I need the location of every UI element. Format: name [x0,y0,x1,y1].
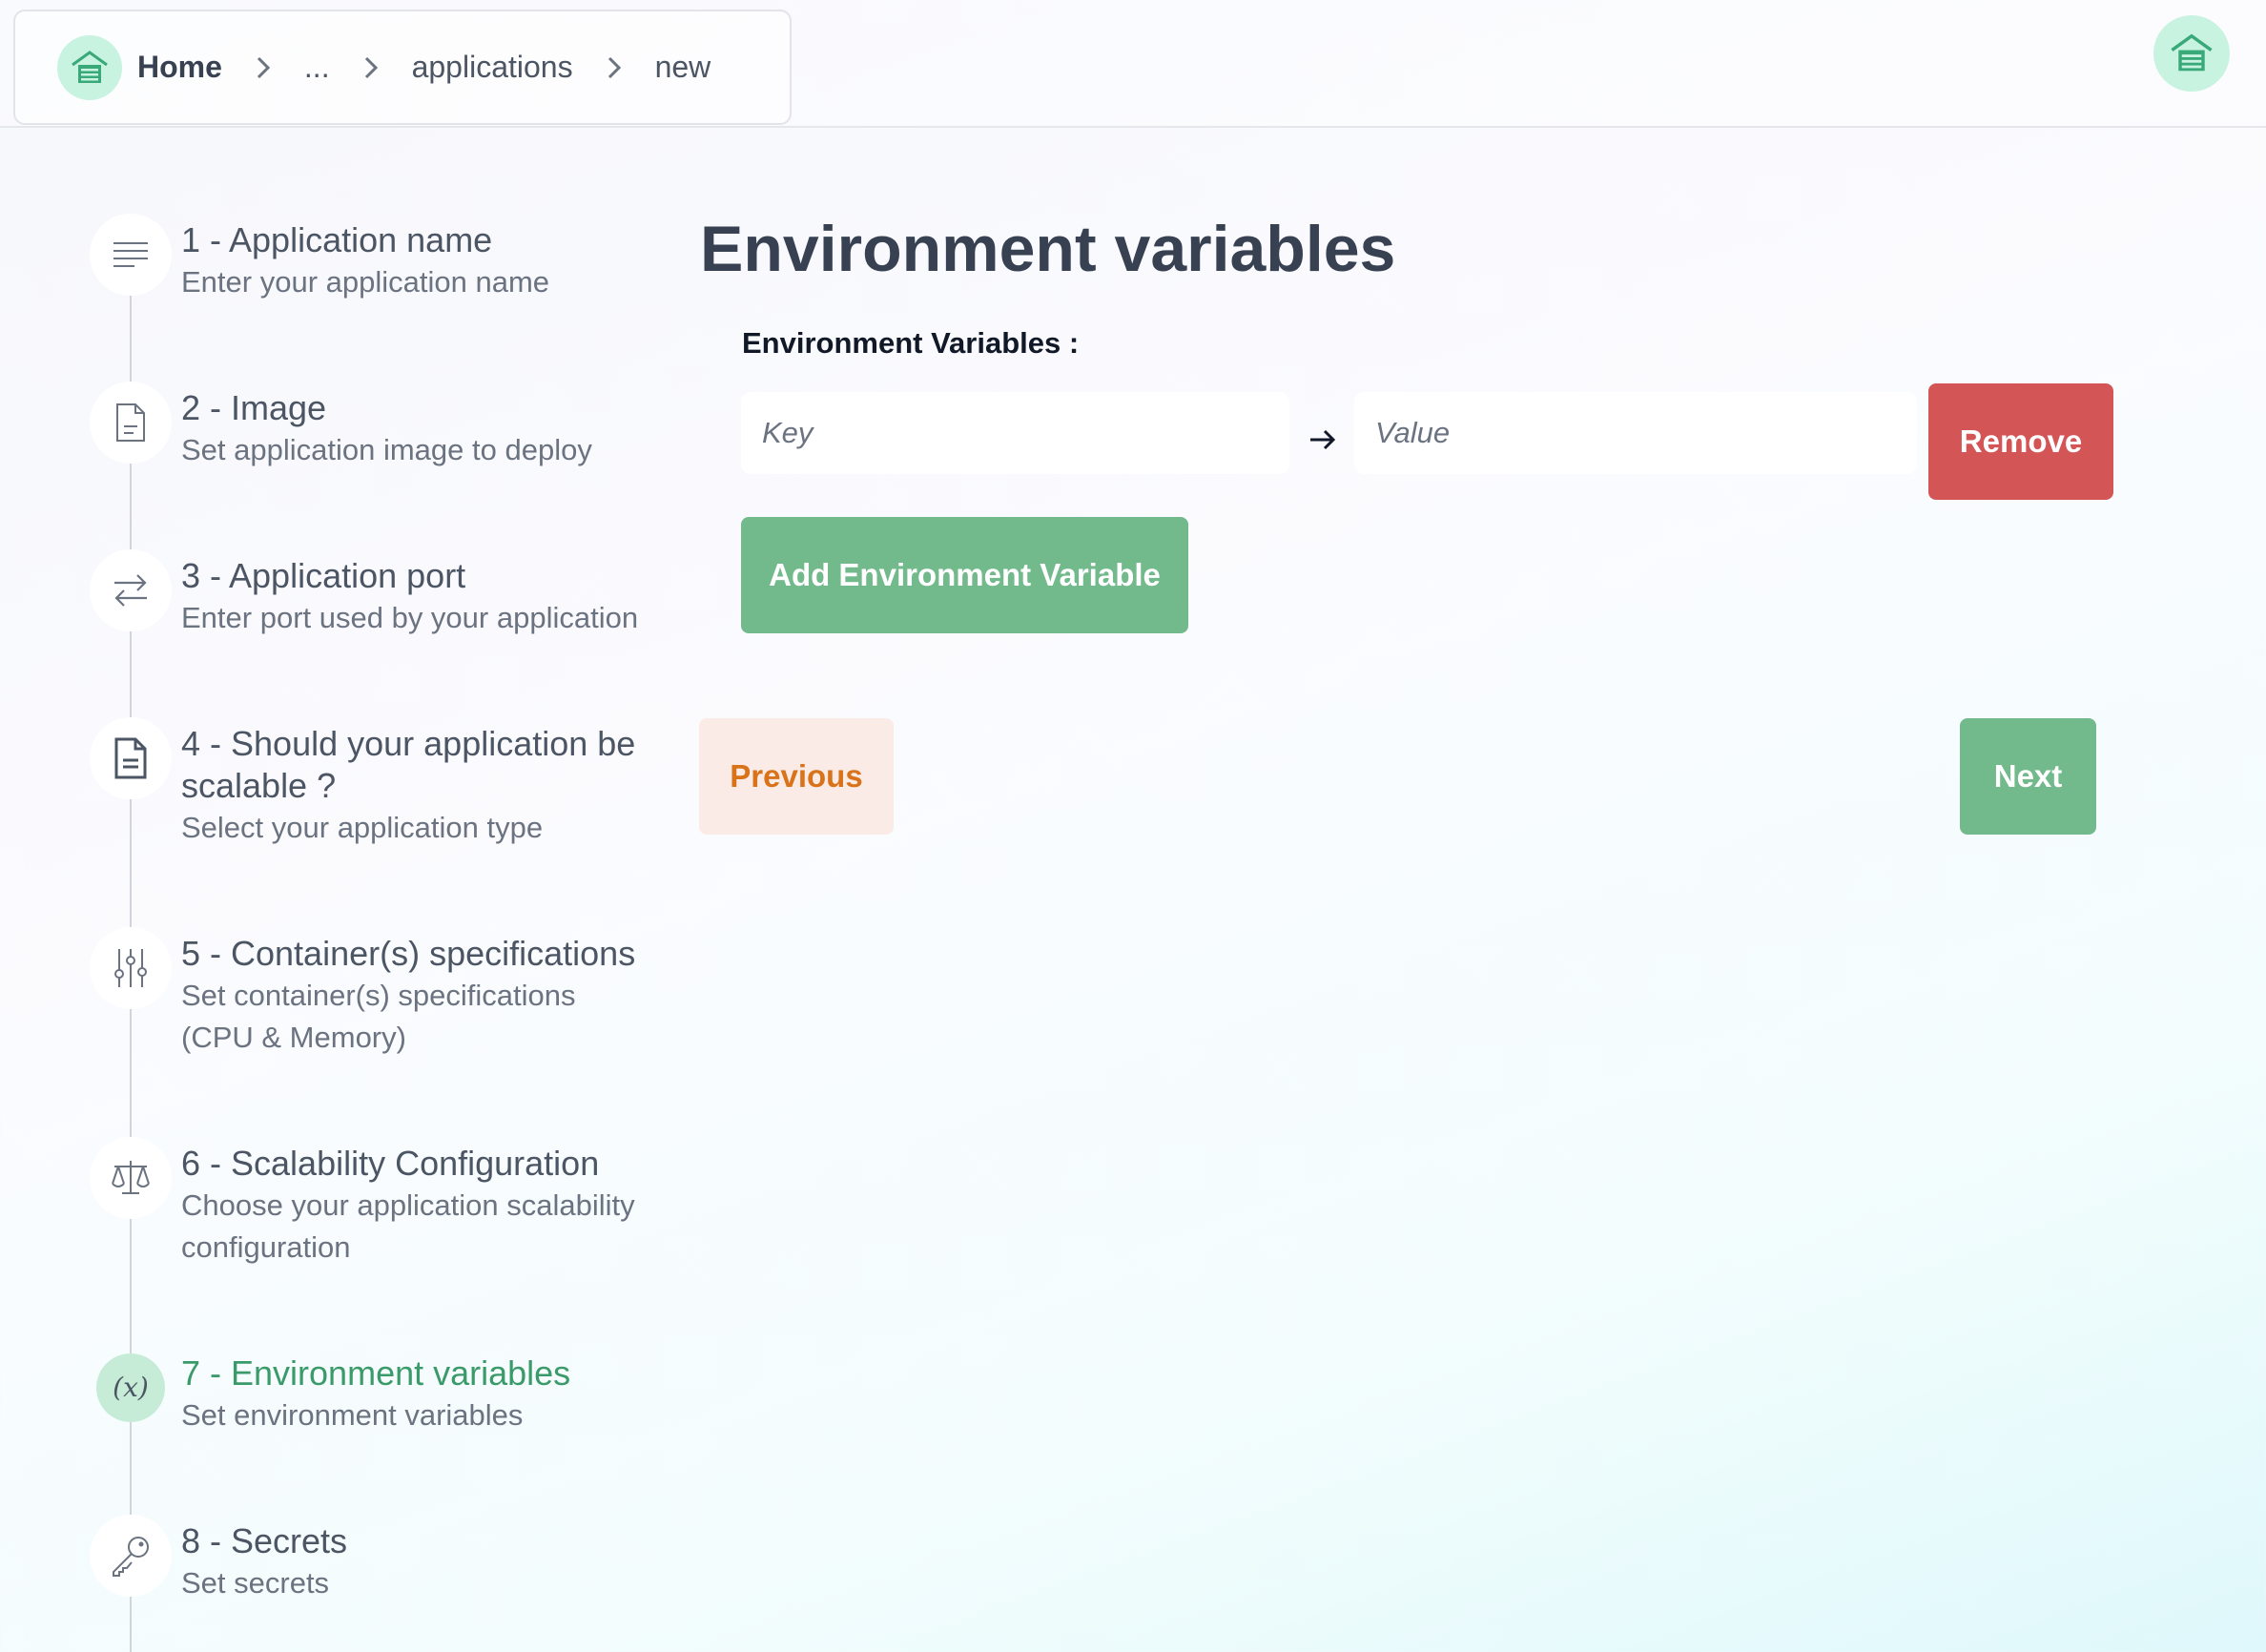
step-desc: Set secrets [181,1566,330,1600]
sliders-icon [90,927,172,1009]
document-icon [90,717,172,799]
breadcrumb-applications[interactable]: applications [412,50,573,85]
step-title: 4 - Should your application be [181,724,636,763]
env-value-input[interactable] [1354,392,1917,474]
breadcrumb: Home ... applications new [13,10,792,125]
chevron-right-icon [362,54,380,81]
breadcrumb-home[interactable]: Home [137,50,222,85]
arrow-right-icon [1310,429,1336,450]
chevron-right-icon [606,54,623,81]
step-title: 6 - Scalability Configuration [181,1144,600,1183]
step-desc-line2: configuration [181,1230,351,1264]
key-icon [90,1515,172,1597]
step-title: 1 - Application name [181,220,493,259]
previous-button[interactable]: Previous [699,718,894,835]
env-key-input[interactable] [741,392,1289,474]
text-lines-icon [90,214,172,296]
step-title: 8 - Secrets [181,1521,348,1560]
top-bar: Home ... applications new [0,0,2266,128]
step-desc: Set environment variables [181,1398,524,1432]
next-button[interactable]: Next [1960,718,2096,835]
scale-icon [90,1137,172,1219]
house-logo-icon [2171,33,2213,72]
user-avatar[interactable] [2153,15,2230,92]
arrows-exchange-icon [90,549,172,631]
stepper: 1 - Application name Enter your applicat… [90,214,681,1652]
step-title-line2: scalable ? [181,766,337,805]
step-desc-line2: (CPU & Memory) [181,1021,406,1054]
step-desc: Choose your application scalability [181,1188,635,1222]
step-desc: Enter your application name [181,265,550,299]
breadcrumb-ellipsis[interactable]: ... [304,50,330,85]
step-title: 2 - Image [181,388,327,427]
add-env-variable-button[interactable]: Add Environment Variable [741,517,1188,633]
page-title: Environment variables [700,213,1396,285]
breadcrumb-new: new [654,50,711,84]
svg-text:(x): (x) [113,1372,149,1403]
step-title: 3 - Application port [181,556,466,595]
step-title: 5 - Container(s) specifications [181,934,636,973]
step-desc: Enter port used by your application [181,601,639,634]
step-desc: Set application image to deploy [181,433,592,466]
house-logo-icon[interactable] [57,34,122,100]
step-desc: Select your application type [181,811,544,844]
step-desc: Set container(s) specifications [181,979,576,1012]
env-variables-label: Environment Variables : [742,326,1080,360]
variable-icon: (x) [96,1353,165,1422]
remove-button[interactable]: Remove [1928,383,2113,500]
step-title: 7 - Environment variables [181,1353,571,1393]
chevron-right-icon [255,54,272,81]
file-icon [90,382,172,464]
